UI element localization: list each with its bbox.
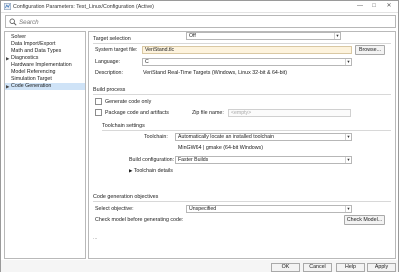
section-title-build-process: Build process bbox=[93, 87, 126, 93]
sidebar-item-math-and-data-types[interactable]: Math and Data Types bbox=[5, 48, 85, 55]
chevron-down-icon: ▼ bbox=[345, 134, 351, 140]
generate-code-only-checkbox[interactable] bbox=[95, 98, 102, 105]
check-model-dropdown[interactable]: Off ▼ bbox=[186, 32, 341, 40]
expand-arrow-icon[interactable]: ▶ bbox=[6, 83, 9, 90]
chevron-down-icon: ▼ bbox=[334, 33, 340, 39]
browse-button[interactable]: Browse... bbox=[355, 45, 385, 55]
help-button[interactable]: Help bbox=[336, 263, 365, 272]
expand-arrow-icon[interactable]: ▶ bbox=[6, 55, 9, 62]
chevron-down-icon: ▼ bbox=[345, 206, 351, 212]
section-title-toolchain-settings: Toolchain settings bbox=[102, 123, 145, 129]
zip-file-name-field[interactable]: <empty> bbox=[228, 109, 351, 117]
chevron-down-icon: ▼ bbox=[345, 157, 351, 163]
sidebar-item-solver[interactable]: Solver bbox=[5, 34, 85, 41]
sidebar-item-simulation-target[interactable]: Simulation Target bbox=[5, 76, 85, 83]
search-input[interactable] bbox=[19, 17, 389, 27]
toolchain-details-toggle[interactable]: ▶ Toolchain details bbox=[129, 168, 173, 174]
minimize-button[interactable]: — bbox=[355, 2, 365, 11]
sidebar-item-label: Data Import/Export bbox=[11, 41, 56, 47]
zip-file-name-label: Zip file name: bbox=[192, 110, 224, 116]
toolchain-dropdown[interactable]: Automatically locate an installed toolch… bbox=[175, 133, 352, 141]
system-target-file-field[interactable]: VeriStand.tlc bbox=[142, 46, 352, 54]
check-model-label: Check model before generating code: bbox=[95, 217, 184, 223]
section-divider bbox=[93, 43, 391, 44]
app-icon bbox=[4, 3, 11, 10]
check-model-value: Off bbox=[189, 33, 196, 39]
section-title-target-selection: Target selection bbox=[93, 36, 131, 42]
check-model-button[interactable]: Check Model... bbox=[344, 215, 385, 225]
description-label: Description: bbox=[95, 70, 123, 76]
sidebar-item-diagnostics[interactable]: ▶ Diagnostics bbox=[5, 55, 85, 62]
chevron-down-icon: ▼ bbox=[345, 59, 351, 65]
section-divider bbox=[93, 201, 391, 202]
sidebar-item-code-generation[interactable]: ▶ Code Generation bbox=[5, 83, 85, 90]
sidebar-item-hardware-implementation[interactable]: Hardware Implementation bbox=[5, 62, 85, 69]
language-label: Language: bbox=[95, 59, 121, 65]
select-objective-value: Unspecified bbox=[189, 206, 217, 212]
apply-button[interactable]: Apply bbox=[367, 263, 396, 272]
configuration-window: Configuration Parameters: Test_Linux/Con… bbox=[0, 0, 399, 272]
toolchain-value: Automatically locate an installed toolch… bbox=[178, 134, 275, 140]
language-dropdown[interactable]: C ▼ bbox=[142, 58, 352, 66]
section-divider bbox=[102, 130, 391, 131]
sidebar-item-label: Code Generation bbox=[11, 83, 52, 89]
generate-code-only-label: Generate code only bbox=[105, 99, 152, 105]
maximize-button[interactable]: □ bbox=[369, 2, 379, 11]
sidebar-item-label: Solver bbox=[11, 34, 27, 40]
search-icon bbox=[9, 18, 17, 26]
section-title-code-generation-objectives: Code generation objectives bbox=[93, 194, 159, 200]
sidebar: Solver Data Import/Export Math and Data … bbox=[4, 31, 86, 259]
build-configuration-label: Build configuration: bbox=[129, 157, 175, 163]
sidebar-item-label: Diagnostics bbox=[11, 55, 39, 61]
detected-toolchain-text: MinGW64 | gmake (64-bit Windows) bbox=[178, 145, 263, 151]
toolchain-label: Toolchain: bbox=[144, 134, 168, 140]
sidebar-item-label: Simulation Target bbox=[11, 76, 52, 82]
section-divider bbox=[93, 94, 391, 95]
ok-button[interactable]: OK bbox=[271, 263, 300, 272]
package-code-label: Package code and artifacts bbox=[105, 110, 169, 116]
title-bar: Configuration Parameters: Test_Linux/Con… bbox=[1, 1, 398, 13]
more-indicator: ... bbox=[93, 235, 98, 241]
settings-panel: Target selection System target file: Ver… bbox=[88, 31, 396, 259]
toolchain-details-label: Toolchain details bbox=[133, 168, 173, 174]
window-title: Configuration Parameters: Test_Linux/Con… bbox=[13, 4, 154, 10]
select-objective-dropdown[interactable]: Unspecified ▼ bbox=[186, 205, 352, 213]
select-objective-label: Select objective: bbox=[95, 206, 134, 212]
description-value: VeriStand Real-Time Targets (Windows, Li… bbox=[143, 70, 287, 76]
cancel-button[interactable]: Cancel bbox=[303, 263, 332, 272]
sidebar-item-model-referencing[interactable]: Model Referencing bbox=[5, 69, 85, 76]
system-target-file-label: System target file: bbox=[95, 47, 138, 53]
sidebar-item-data-import-export[interactable]: Data Import/Export bbox=[5, 41, 85, 48]
sidebar-item-label: Math and Data Types bbox=[11, 48, 62, 54]
sidebar-item-label: Hardware Implementation bbox=[11, 62, 72, 68]
close-button[interactable]: ✕ bbox=[384, 2, 394, 11]
sidebar-item-label: Model Referencing bbox=[11, 69, 56, 75]
search-bar bbox=[5, 15, 396, 28]
package-code-checkbox[interactable] bbox=[95, 109, 102, 116]
build-configuration-dropdown[interactable]: Faster Builds ▼ bbox=[175, 156, 352, 164]
language-value: C bbox=[145, 59, 149, 65]
build-configuration-value: Faster Builds bbox=[178, 157, 209, 163]
